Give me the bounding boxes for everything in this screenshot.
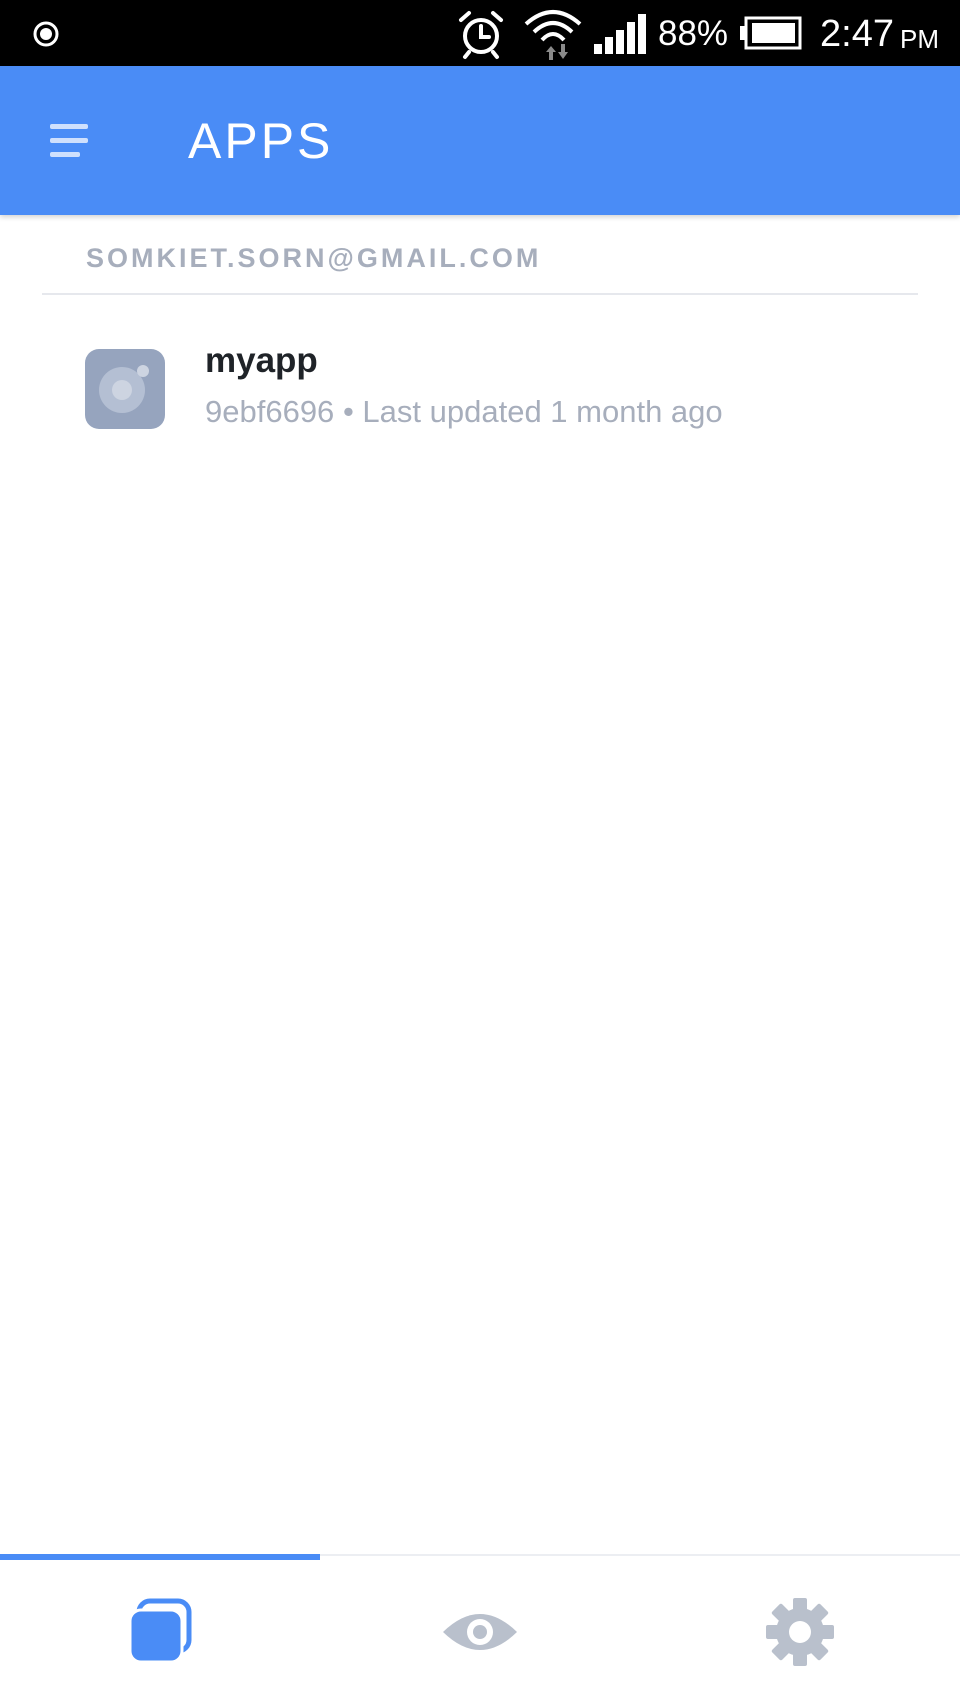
app-id: 9ebf6696: [205, 394, 335, 429]
account-email: SOMKIET.SORN@GMAIL.COM: [86, 243, 542, 273]
signal-icon: [594, 14, 646, 54]
divider: [42, 293, 918, 295]
tab-apps[interactable]: [0, 1556, 320, 1708]
page-title: APPS: [188, 113, 334, 169]
apps-icon: [128, 1598, 192, 1664]
gear-icon: [766, 1598, 834, 1666]
battery-percent: 88%: [658, 14, 729, 53]
list-item[interactable]: myapp 9ebf6696 • Last updated 1 month ag…: [0, 320, 960, 460]
wifi-icon: [524, 10, 582, 60]
app-meta: 9ebf6696 • Last updated 1 month ago: [205, 392, 723, 432]
app-icon: [85, 349, 165, 429]
meta-separator: •: [342, 394, 354, 429]
app-bar: APPS: [0, 66, 960, 215]
clock-ampm: PM: [900, 24, 939, 54]
app-name: myapp: [205, 341, 318, 380]
eye-icon: [443, 1614, 517, 1650]
tab-preview[interactable]: [320, 1556, 640, 1708]
tab-settings[interactable]: [640, 1556, 960, 1708]
battery-icon: [740, 16, 802, 50]
app-updated: Last updated 1 month ago: [362, 394, 723, 429]
record-icon: [33, 21, 59, 47]
menu-icon[interactable]: [40, 110, 102, 170]
status-bar: 88% 2:47 PM: [0, 0, 960, 66]
bottom-nav: [0, 1554, 960, 1708]
alarm-icon: [459, 11, 503, 59]
clock: 2:47: [820, 13, 894, 55]
